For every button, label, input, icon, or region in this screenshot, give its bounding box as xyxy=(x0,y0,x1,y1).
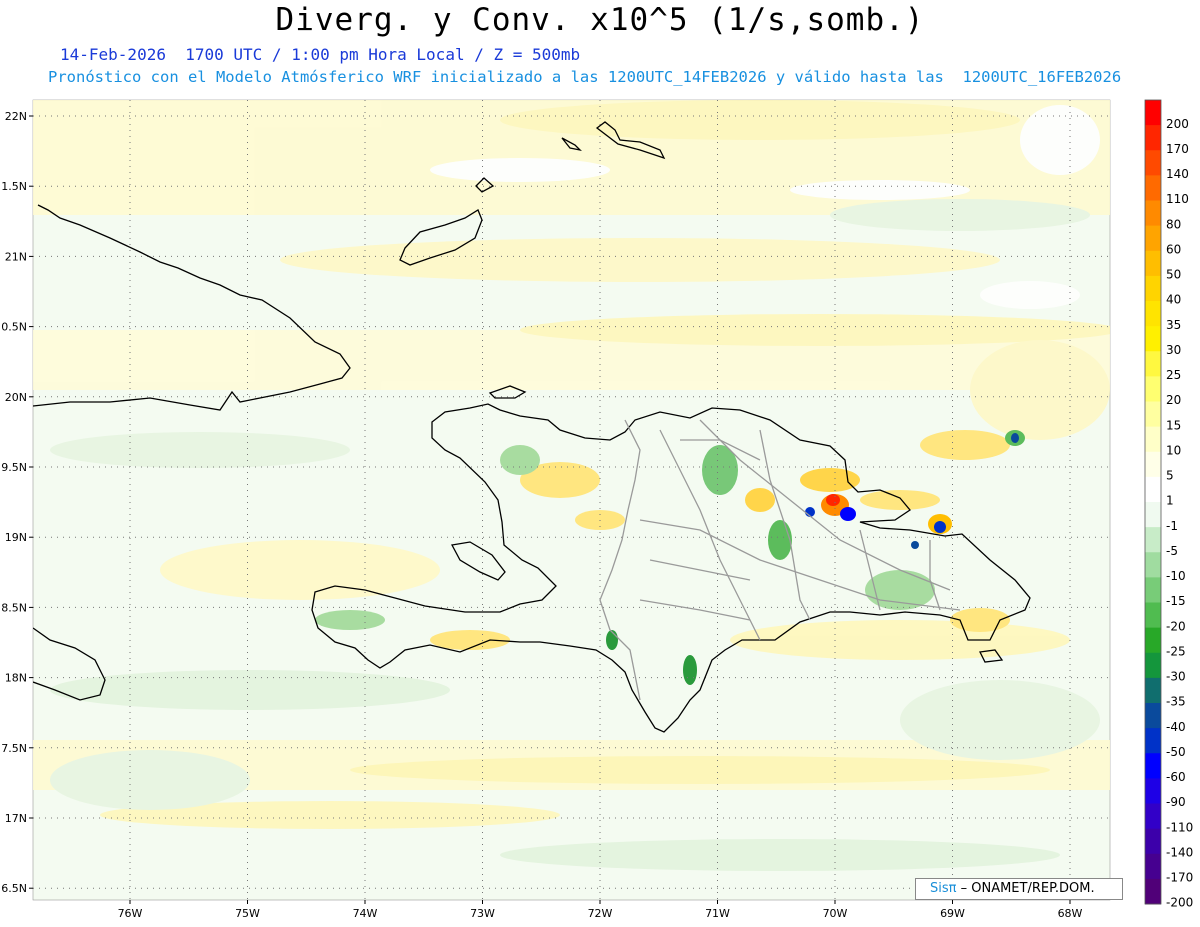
credit-text: – ONAMET/REP.DOM. xyxy=(960,881,1095,896)
colorbar-label: -140 xyxy=(1166,845,1193,859)
credit-box: Sisπ – ONAMET/REP.DOM. xyxy=(915,878,1123,900)
colorbar-swatch xyxy=(1145,426,1161,453)
colorbar-label: -1 xyxy=(1166,519,1178,533)
lon-tick-label: 73W xyxy=(470,907,495,920)
colorbar-swatch xyxy=(1145,703,1161,729)
lon-tick-label: 76W xyxy=(118,907,143,920)
colorbar-swatch xyxy=(1145,150,1161,176)
colorbar-swatch xyxy=(1145,326,1161,352)
colorbar-label: 140 xyxy=(1166,167,1189,181)
colorbar-swatch xyxy=(1145,476,1161,503)
colorbar-label: 20 xyxy=(1166,393,1181,407)
colorbar-label: 50 xyxy=(1166,268,1181,282)
lat-tick-label: 21N xyxy=(5,250,27,263)
lat-tick-label: 0.5N xyxy=(1,321,27,334)
credit-brand: Sisπ xyxy=(930,881,957,896)
colorbar-label: 1 xyxy=(1166,494,1174,508)
lat-tick-label: 17N xyxy=(5,812,27,825)
lon-tick-label: 70W xyxy=(823,907,848,920)
colorbar-swatch xyxy=(1145,275,1161,302)
longitude-labels: 76W 75W 74W 73W 72W 71W 70W 69W 68W xyxy=(118,900,1083,920)
colorbar-swatch xyxy=(1145,401,1161,428)
colorbar-label: -25 xyxy=(1166,644,1186,658)
colorbar-label: 60 xyxy=(1166,242,1181,256)
colorbar-label: 170 xyxy=(1166,142,1189,156)
colorbar-label: -20 xyxy=(1166,619,1186,633)
lon-tick-label: 69W xyxy=(940,907,965,920)
colorbar-label: -40 xyxy=(1166,720,1186,734)
colorbar-label: -200 xyxy=(1166,896,1193,910)
colorbar-label: 110 xyxy=(1166,192,1189,206)
colorbar-label: 80 xyxy=(1166,217,1181,231)
colorbar-swatch xyxy=(1145,552,1161,578)
colorbar-swatch xyxy=(1145,627,1161,654)
lon-tick-label: 68W xyxy=(1058,907,1083,920)
colorbar: 200 170 140 110 80 60 50 40 35 30 25 20 15 10 5 1 -1 -5 -1… xyxy=(1144,99,1193,910)
lat-tick-label: 1.5N xyxy=(1,180,27,193)
colorbar-label: 10 xyxy=(1166,443,1181,457)
colorbar-label: 5 xyxy=(1166,469,1174,483)
colorbar-label: 25 xyxy=(1166,368,1181,382)
colorbar-swatch xyxy=(1145,728,1161,754)
colorbar-swatch xyxy=(1145,100,1161,126)
colorbar-swatch xyxy=(1145,301,1161,327)
colorbar-swatch xyxy=(1145,125,1161,151)
colorbar-label: 15 xyxy=(1166,418,1181,432)
lon-tick-label: 72W xyxy=(588,907,613,920)
lat-tick-label: 22N xyxy=(5,110,27,123)
colorbar-swatch xyxy=(1145,250,1161,277)
colorbar-swatch xyxy=(1145,527,1161,553)
colorbar-label: -35 xyxy=(1166,695,1186,709)
lon-tick-label: 71W xyxy=(705,907,730,920)
colorbar-swatch xyxy=(1145,602,1161,629)
colorbar-label: 40 xyxy=(1166,293,1181,307)
divergence-map: 22N 1.5N 21N 0.5N 20N 9.5N 19N 8.5N 18N 7.5N 17N 6.… xyxy=(1,99,1193,920)
lat-tick-label: 7.5N xyxy=(1,742,27,755)
lat-tick-label: 8.5N xyxy=(1,601,27,614)
colorbar-label: 200 xyxy=(1166,117,1189,131)
lat-tick-label: 18N xyxy=(5,672,27,685)
colorbar-swatch xyxy=(1145,677,1161,704)
colorbar-label: 35 xyxy=(1166,318,1181,332)
colorbar-swatch xyxy=(1145,351,1161,377)
colorbar-swatch xyxy=(1145,853,1161,880)
colorbar-label: -5 xyxy=(1166,544,1178,558)
colorbar-label: 30 xyxy=(1166,343,1181,357)
lat-tick-label: 20N xyxy=(5,391,27,404)
lat-tick-label: 19N xyxy=(5,531,27,544)
colorbar-swatch xyxy=(1145,753,1161,779)
colorbar-label: -10 xyxy=(1166,569,1186,583)
colorbar-swatch xyxy=(1145,225,1161,252)
colorbar-swatch xyxy=(1145,652,1161,679)
colorbar-label: -15 xyxy=(1166,594,1186,608)
colorbar-swatch xyxy=(1145,828,1161,855)
colorbar-label: -170 xyxy=(1166,871,1193,885)
colorbar-label: -30 xyxy=(1166,670,1186,684)
latitude-labels: 22N 1.5N 21N 0.5N 20N 9.5N 19N 8.5N 18N 7.5N 17N 6.… xyxy=(1,110,33,895)
colorbar-label: -90 xyxy=(1166,795,1186,809)
colorbar-label: -50 xyxy=(1166,745,1186,759)
lat-tick-label: 6.5N xyxy=(1,882,27,895)
lat-tick-label: 9.5N xyxy=(1,461,27,474)
colorbar-swatch xyxy=(1145,778,1161,804)
colorbar-swatch xyxy=(1145,878,1161,905)
colorbar-swatch xyxy=(1145,577,1161,603)
colorbar-swatch xyxy=(1145,502,1161,528)
colorbar-swatch xyxy=(1145,200,1161,227)
colorbar-swatch xyxy=(1145,175,1161,201)
colorbar-swatch xyxy=(1145,451,1161,478)
colorbar-label: -110 xyxy=(1166,820,1193,834)
lon-tick-label: 74W xyxy=(353,907,378,920)
colorbar-swatch xyxy=(1145,376,1161,402)
colorbar-label: -60 xyxy=(1166,770,1186,784)
colorbar-swatch xyxy=(1145,803,1161,830)
lon-tick-label: 75W xyxy=(235,907,260,920)
